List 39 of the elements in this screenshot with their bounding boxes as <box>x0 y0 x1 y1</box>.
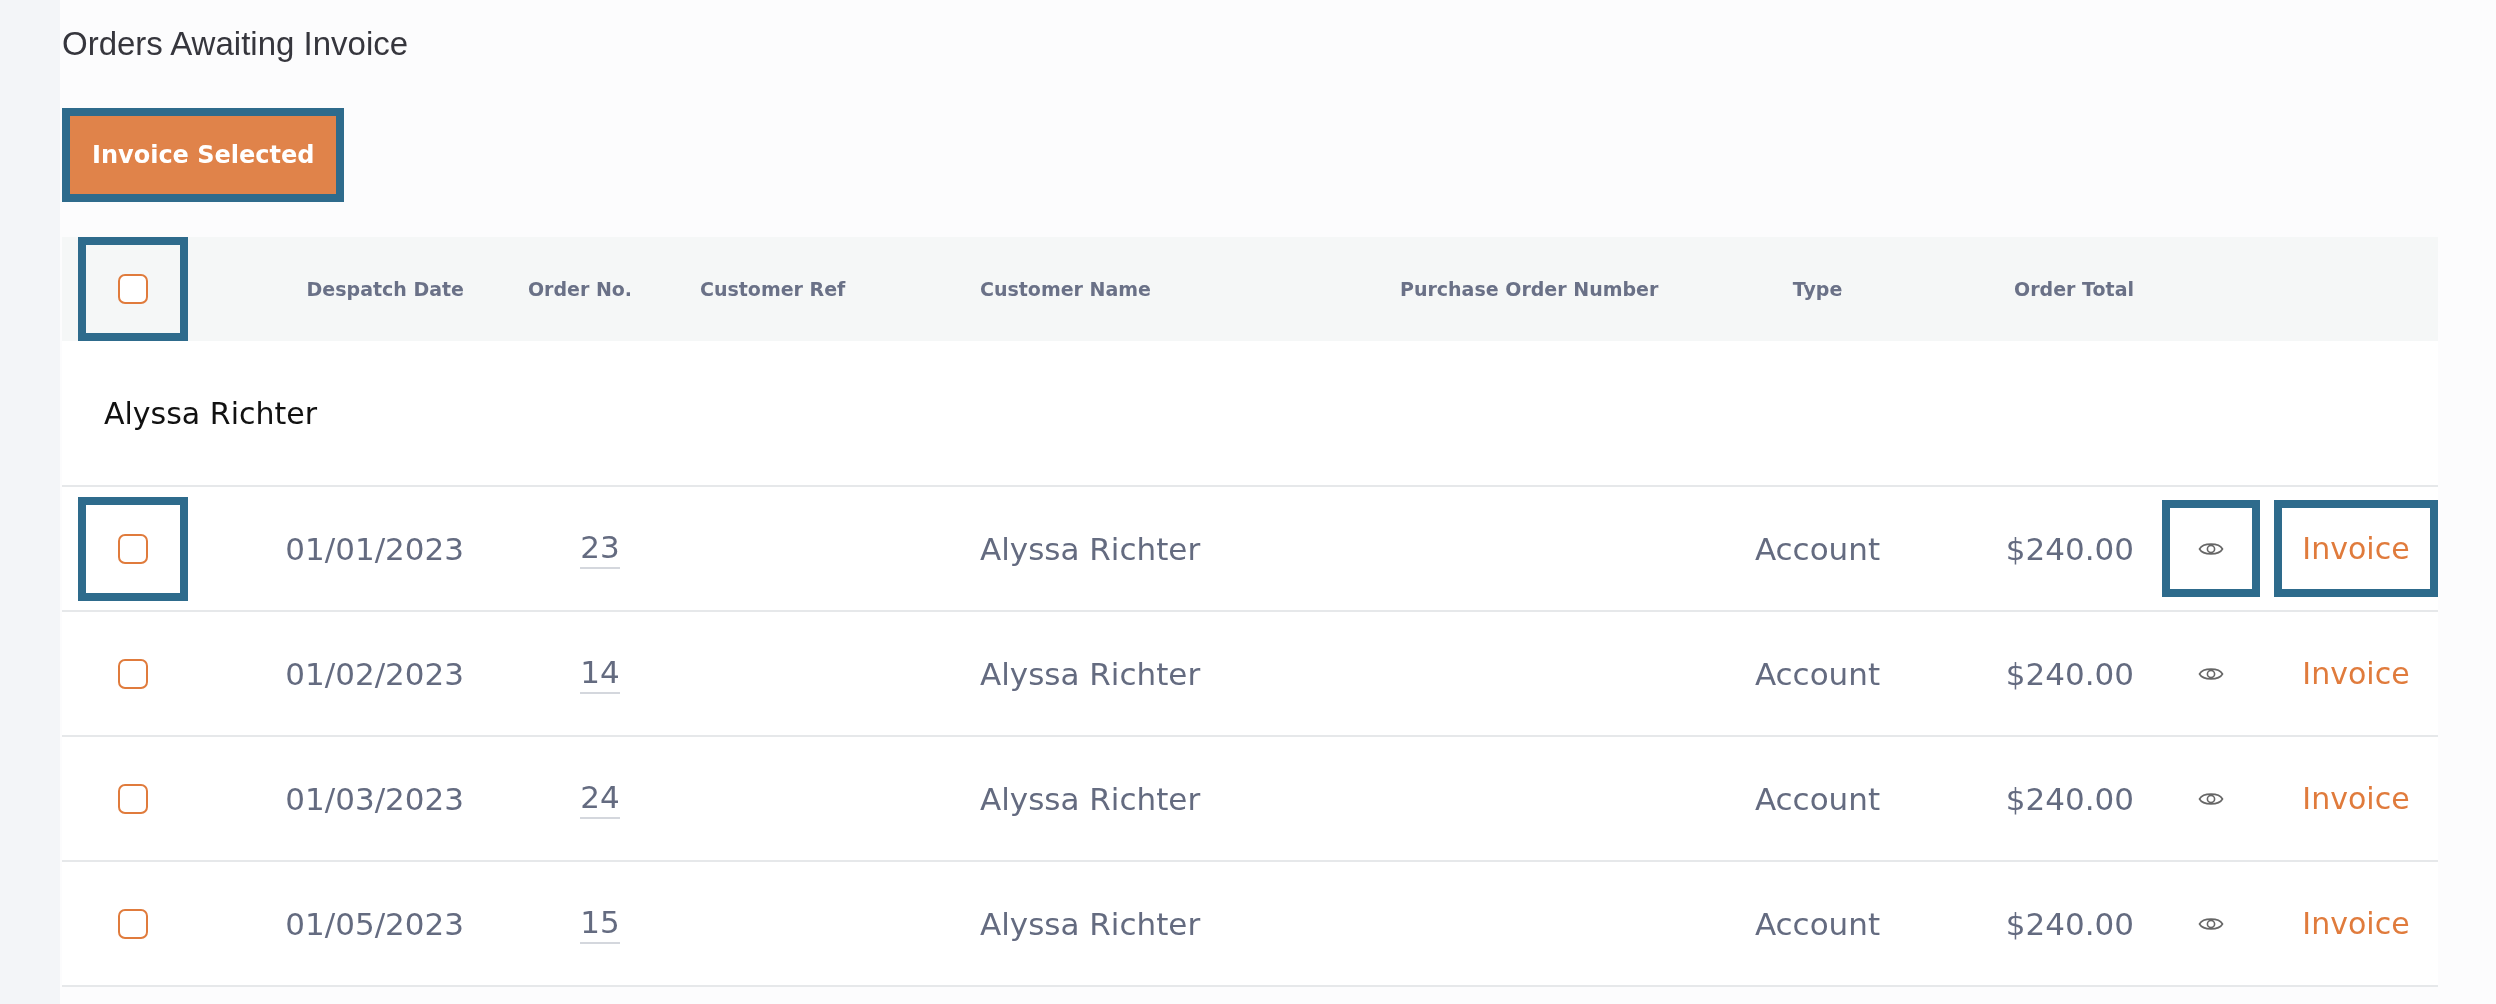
customer-name: Alyssa Richter <box>980 905 1201 942</box>
order-type: Account <box>1754 530 1881 567</box>
despatch-date: 01/02/2023 <box>285 655 464 692</box>
customer-name: Alyssa Richter <box>980 780 1201 817</box>
invoice-link[interactable]: Invoice <box>2302 906 2410 941</box>
order-total: $240.00 <box>2005 780 2134 817</box>
order-number-link[interactable]: 23 <box>580 528 620 569</box>
despatch-date: 01/03/2023 <box>285 780 464 817</box>
order-number-link[interactable]: 24 <box>580 778 620 819</box>
order-total: $240.00 <box>2005 905 2134 942</box>
despatch-date: 01/05/2023 <box>285 905 464 942</box>
order-type: Account <box>1754 655 1881 692</box>
row-checkbox[interactable] <box>118 533 148 564</box>
column-header: Customer Ref <box>700 278 846 300</box>
order-total: $240.00 <box>2005 655 2134 692</box>
column-header: Customer Name <box>980 278 1151 300</box>
row-checkbox[interactable] <box>118 908 148 939</box>
order-type: Account <box>1754 780 1881 817</box>
column-header: Type <box>1792 278 1843 300</box>
column-header: Purchase Order Number <box>1400 278 1659 300</box>
invoice-link[interactable]: Invoice <box>2302 656 2410 691</box>
invoice-link[interactable]: Invoice <box>2302 531 2410 566</box>
row-checkbox[interactable] <box>118 658 148 689</box>
order-number-link[interactable]: 15 <box>580 903 620 944</box>
invoice-link[interactable]: Invoice <box>2302 781 2410 816</box>
order-number-link[interactable]: 14 <box>580 653 620 694</box>
customer-name: Alyssa Richter <box>980 530 1201 567</box>
customer-name: Alyssa Richter <box>980 655 1201 692</box>
column-header: Order Total <box>2014 278 2134 300</box>
row-checkbox[interactable] <box>118 783 148 814</box>
select-all-checkbox[interactable] <box>118 274 148 304</box>
despatch-date: 01/01/2023 <box>285 530 464 567</box>
order-type: Account <box>1754 905 1881 942</box>
group-heading: Alyssa Richter <box>104 395 318 431</box>
order-total: $240.00 <box>2005 530 2134 567</box>
page-title: Orders Awaiting Invoice <box>62 24 410 64</box>
column-header: Despatch Date <box>306 278 464 300</box>
column-header: Order No. <box>527 278 633 300</box>
invoice-selected-button[interactable]: Invoice Selected <box>70 116 337 194</box>
